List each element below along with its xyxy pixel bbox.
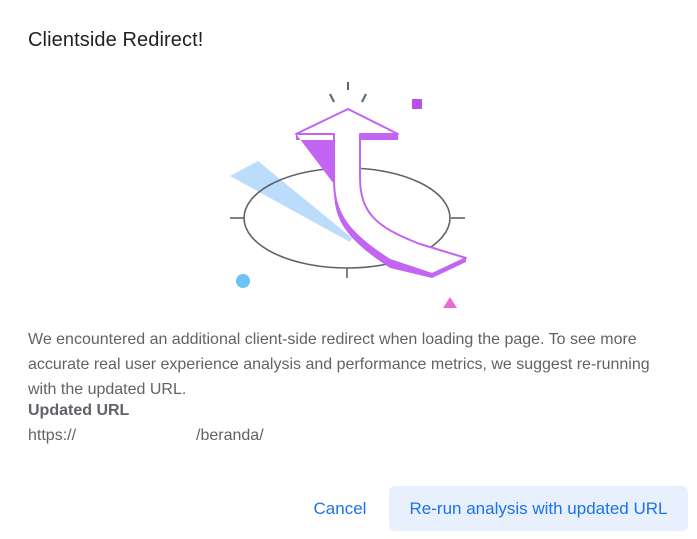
url-suffix: /beranda/ <box>196 427 264 444</box>
dialog-title: Clientside Redirect! <box>28 29 204 51</box>
cancel-button[interactable]: Cancel <box>300 487 380 531</box>
rerun-analysis-button[interactable]: Re-run analysis with updated URL <box>389 486 688 531</box>
url-prefix: https:// <box>28 427 77 444</box>
redirect-arrow-illustration <box>230 82 467 308</box>
dialog-message: We encountered an additional client-side… <box>28 331 650 398</box>
updated-url-value: https:// /beranda/ <box>28 427 264 445</box>
redirect-dialog: Clientside Redirect! We encountered an a… <box>0 0 697 539</box>
updated-url-label: Updated URL <box>28 402 130 419</box>
